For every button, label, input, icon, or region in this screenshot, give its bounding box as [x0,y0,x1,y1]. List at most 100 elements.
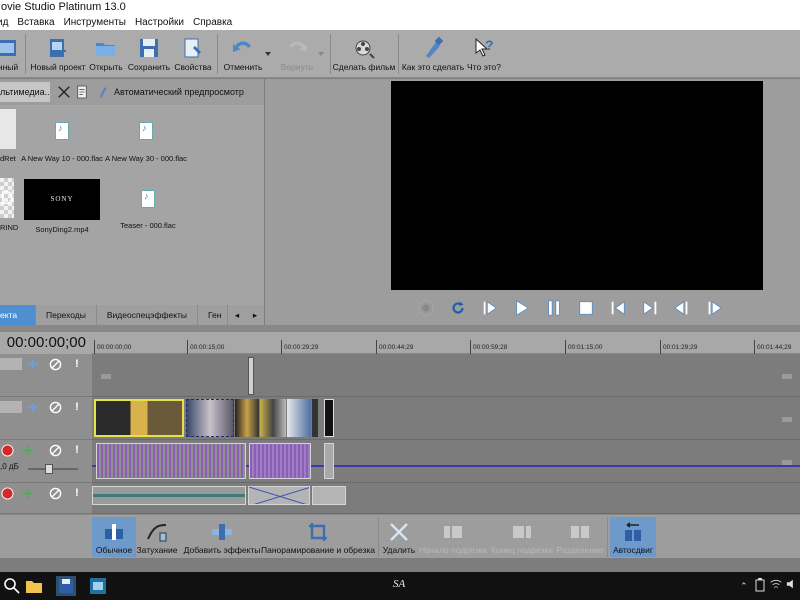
solo-icon[interactable]: ! [70,443,84,457]
loop-icon[interactable] [447,297,469,319]
track-motion-icon[interactable] [25,357,39,371]
audio-crossfade-clip[interactable] [248,486,310,505]
auto-preview-toggle[interactable]: Автоматический предпросмотр [114,87,244,97]
open-button[interactable]: Открыть [89,32,123,76]
add-effects-button[interactable]: Добавить эффекты [184,517,260,557]
volume-icon[interactable] [786,578,798,593]
video-clip[interactable] [186,399,234,437]
volume-slider-thumb[interactable] [45,464,53,474]
volume-slider[interactable] [28,468,78,470]
auto-preview-icon[interactable] [98,84,110,100]
media-item[interactable]: SONY SonyDing2.mp4 [22,179,102,234]
media-item[interactable]: dRet [0,109,18,163]
document-icon[interactable] [76,84,90,100]
start-search-icon[interactable] [2,576,22,596]
mute-icon[interactable] [48,357,62,371]
mute-icon[interactable] [48,443,62,457]
save-app-icon[interactable] [56,576,76,596]
whats-this-button[interactable]: ? Что это? [466,32,502,76]
properties-label: Свойства [174,62,212,72]
timeline-marker-bar[interactable] [0,325,800,344]
play-from-start-icon[interactable] [479,297,501,319]
text-clip[interactable] [248,357,254,395]
solo-icon[interactable]: ! [70,486,84,500]
trim-start-label: Начало подрезки [419,545,487,555]
menu-view[interactable]: ид [0,17,17,28]
scroll-left-arrow[interactable]: ◂ [228,310,246,321]
tray-chevron-up-icon[interactable]: ⌃ [740,581,748,592]
solo-icon[interactable]: ! [70,400,84,414]
pause-icon[interactable] [543,297,565,319]
play-icon[interactable] [511,297,533,319]
audio-envelope-icon[interactable] [20,443,34,457]
record-arm-icon[interactable] [0,486,14,500]
scroll-right-arrow[interactable]: ▸ [246,310,264,321]
video-clip[interactable] [260,399,286,437]
track-video[interactable] [92,397,800,440]
timeline-ruler[interactable]: 00:00:00;00 00:00:15;00 00:00:29;29 00:0… [92,332,800,354]
go-to-start-icon[interactable] [607,297,629,319]
video-clip[interactable] [235,399,259,437]
how-to-button[interactable]: Как это сделать [402,32,464,76]
redo-dropdown[interactable] [317,44,325,58]
tab-project-media-bottom[interactable]: екта [0,305,36,325]
track-audio-1[interactable] [92,440,800,483]
undo-button[interactable]: Отменить [222,32,264,76]
normal-edit-button[interactable]: Обычное [92,517,136,557]
audio-envelope-icon[interactable] [20,486,34,500]
save-button[interactable]: Сохранить [128,32,170,76]
tab-project-media[interactable]: льтимедиа... [0,82,50,102]
ruler-label: 00:00:15;00 [190,344,225,351]
solo-icon[interactable]: ! [70,357,84,371]
pan-crop-button[interactable]: Панорамирование и обрезка [261,517,375,557]
track-motion-icon[interactable] [25,400,39,414]
menu-tools[interactable]: Инструменты [64,17,135,28]
menu-help[interactable]: Справка [193,17,241,28]
movie-studio-app-icon[interactable] [88,576,108,596]
tab-video-fx[interactable]: Видеоспецэффекты [97,305,199,325]
next-frame-icon[interactable] [703,297,725,319]
record-arm-icon[interactable] [0,443,14,457]
new-project-button[interactable]: Новый проект [29,32,87,76]
media-item[interactable]: Teaser - 000.flac [108,190,188,230]
video-clip-selected[interactable] [94,399,184,437]
properties-button[interactable]: Свойства [173,32,213,76]
split-button[interactable]: Разделение [556,517,604,557]
mute-icon[interactable] [48,486,62,500]
network-icon[interactable] [770,578,782,593]
video-clip[interactable] [312,399,318,437]
trim-end-button[interactable]: Конец подрезки [490,517,554,557]
menu-insert[interactable]: Вставка [17,17,63,28]
fade-button[interactable]: Затухание [136,517,178,557]
menu-settings[interactable]: Настройки [135,17,193,28]
tab-generators[interactable]: Ген [198,305,229,325]
delete-button[interactable]: Удалить [382,517,416,557]
stop-icon[interactable] [575,297,597,319]
undo-dropdown[interactable] [264,44,272,58]
go-to-end-icon[interactable] [639,297,661,319]
auto-ripple-button[interactable]: Автосдвиг [610,517,656,557]
video-clip[interactable] [287,399,311,437]
audio-clip[interactable] [324,443,334,479]
make-movie-button[interactable]: Сделать фильм [333,32,395,76]
prev-frame-icon[interactable] [671,297,693,319]
battery-icon[interactable] [755,578,765,595]
audio-clip[interactable] [92,486,246,505]
audio-clip[interactable] [312,486,346,505]
video-clip[interactable] [324,399,334,437]
track-audio-2[interactable] [92,483,800,514]
media-item[interactable]: A New Way 10 - 000.flac [20,122,104,163]
track-text[interactable] [92,354,800,397]
file-explorer-icon[interactable] [24,576,44,596]
mute-icon[interactable] [48,400,62,414]
media-item[interactable]: A New Way 30 - 000.flac [104,122,188,163]
redo-button[interactable]: Вернуть [279,32,315,76]
audio-clip[interactable] [96,443,246,479]
close-icon[interactable] [56,84,72,100]
record-icon[interactable] [415,297,437,319]
toolbar-film-button[interactable]: нный [0,32,20,76]
tab-transitions[interactable]: Переходы [36,305,97,325]
trim-start-button[interactable]: Начало подрезки [419,517,487,557]
audio-clip[interactable] [249,443,311,479]
media-item[interactable]: D RIND [0,178,18,232]
